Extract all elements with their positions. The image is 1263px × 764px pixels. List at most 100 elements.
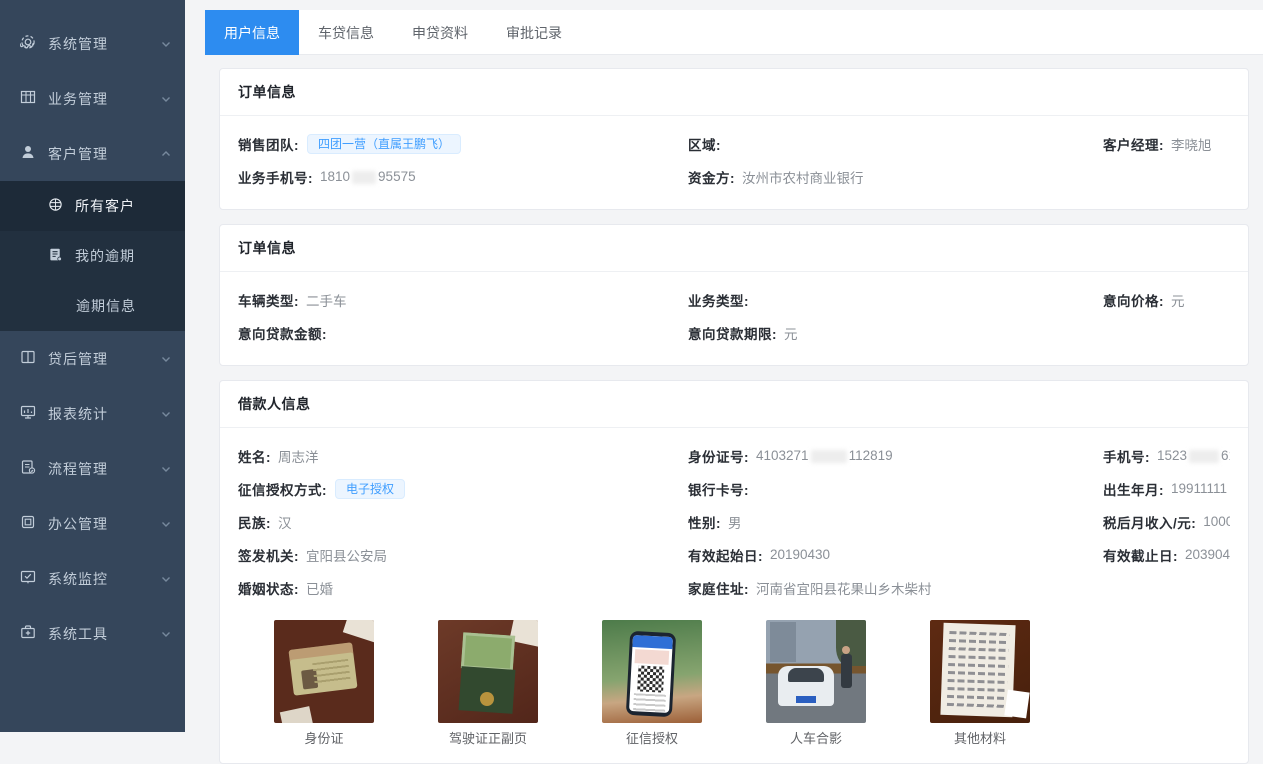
redaction-blur [352,171,376,184]
sidebar-item-report-statistics[interactable]: 报表统计 [0,386,185,441]
tab-approval-records[interactable]: 审批记录 [487,10,581,55]
field-label-region: 区域: [688,134,721,154]
chevron-down-icon [161,94,171,104]
field-label-credit-auth: 征信授权方式: [238,479,327,499]
sidebar-item-business-management[interactable]: 业务管理 [0,71,185,126]
redaction-blur [1189,450,1219,463]
driver-license-photo-thumbnail[interactable] [438,620,538,723]
field-label-income: 税后月收入/元: [1103,512,1196,532]
field-label-intent-price: 意向价格: [1103,290,1164,310]
photo-driver-license[interactable]: 驾驶证正副页 [438,620,538,747]
field-label-birth: 出生年月: [1103,479,1164,499]
sidebar-item-postloan-management[interactable]: 贷后管理 [0,331,185,386]
sidebar-item-label: 贷后管理 [48,349,161,369]
field-value-intent-price: 元 [1171,290,1185,310]
chevron-up-icon [161,149,171,159]
field-label-manager: 客户经理: [1103,134,1164,154]
sidebar-item-customer-management[interactable]: 客户管理 [0,126,185,181]
photo-caption: 征信授权 [602,728,702,747]
field-value-funder: 汝州市农村商业银行 [742,167,864,187]
detail-tabs: 用户信息 车贷信息 申贷资料 审批记录 [205,10,1263,55]
sidebar-item-overdue-info[interactable]: 逾期信息 [0,281,185,331]
photo-id-card[interactable]: 身份证 [274,620,374,747]
sidebar-item-label: 系统管理 [48,34,161,54]
sidebar-item-system-management[interactable]: 系统管理 [0,16,185,71]
toolbox-icon [20,624,36,643]
field-label-bank-card: 银行卡号: [688,479,749,499]
sidebar-submenu-customer: 所有客户 我的逾期 逾期信息 [0,181,185,331]
field-label-issuer: 签发机关: [238,545,299,565]
chevron-down-icon [161,574,171,584]
field-value-biz-phone: 181095575 [320,169,416,184]
sidebar-item-office-management[interactable]: 办公管理 [0,496,185,551]
sidebar-item-label: 所有客户 [75,196,135,216]
chevron-down-icon [161,629,171,639]
sidebar-item-my-overdue[interactable]: 我的逾期 [0,231,185,281]
sidebar-item-process-management[interactable]: 流程管理 [0,441,185,496]
sidebar-item-system-tools[interactable]: 系统工具 [0,606,185,661]
edit-document-icon [20,459,36,478]
chevron-down-icon [161,354,171,364]
field-value-name: 周志洋 [278,446,319,466]
sales-team-tag[interactable]: 四团一营（直属王鹏飞） [307,134,461,154]
sidebar-item-label: 系统工具 [48,624,161,644]
sidebar-item-label: 办公管理 [48,514,161,534]
field-value-valid-to: 20390430 [1185,547,1230,562]
credit-auth-tag: 电子授权 [335,479,405,499]
tab-user-info[interactable]: 用户信息 [205,10,299,55]
field-value-intent-term: 元 [784,323,798,343]
field-label-biz-type: 业务类型: [688,290,749,310]
field-label-sales-team: 销售团队: [238,134,299,154]
field-value-marital: 已婚 [306,578,333,598]
chevron-down-icon [161,409,171,419]
photo-caption: 其他材料 [930,728,1030,747]
sidebar-item-label: 业务管理 [48,89,161,109]
sidebar-item-system-monitor[interactable]: 系统监控 [0,551,185,606]
chevron-down-icon [161,519,171,529]
sidebar-item-label: 报表统计 [48,404,161,424]
field-label-mobile: 手机号: [1103,446,1150,466]
field-label-name: 姓名: [238,446,271,466]
card-title: 订单信息 [220,69,1248,116]
field-label-ethnic: 民族: [238,512,271,532]
field-label-valid-from: 有效起始日: [688,545,763,565]
photo-caption: 身份证 [274,728,374,747]
main-content: 用户信息 车贷信息 申贷资料 审批记录 订单信息 销售团队: 四团一营（直属王鹏… [185,0,1263,732]
sidebar-item-label: 系统监控 [48,569,161,589]
id-card-photo-thumbnail[interactable] [274,620,374,723]
field-value-manager: 李晓旭 [1171,134,1212,154]
photo-person-with-car[interactable]: 人车合影 [766,620,866,747]
field-label-funder: 资金方: [688,167,735,187]
sidebar-item-label: 逾期信息 [76,296,136,316]
document-photo-thumbnail[interactable] [930,620,1030,723]
field-value-birth: 19911111 [1171,481,1227,496]
photo-other-document[interactable]: 其他材料 [930,620,1030,747]
field-value-address: 河南省宜阳县花果山乡木柴村 [756,578,932,598]
borrower-info-card: 借款人信息 姓名: 周志洋 身份证号: 4103271112819 手机号: 1… [219,380,1249,764]
tab-loan-application-docs[interactable]: 申贷资料 [393,10,487,55]
photo-credit-auth-qr[interactable]: 征信授权 [602,620,702,747]
field-value-id-number: 4103271112819 [756,448,893,463]
field-label-address: 家庭住址: [688,578,749,598]
sidebar-item-label: 客户管理 [48,144,161,164]
field-label-gender: 性别: [688,512,721,532]
tab-car-loan-info[interactable]: 车贷信息 [299,10,393,55]
chevron-down-icon [161,464,171,474]
field-value-valid-from: 20190430 [770,547,830,562]
sidebar-item-label: 流程管理 [48,459,161,479]
redaction-blur [811,450,847,463]
monitor-check-icon [20,569,36,588]
field-label-biz-phone: 业务手机号: [238,167,313,187]
card-title: 订单信息 [220,225,1248,272]
globe-icon [48,197,63,215]
qr-phone-photo-thumbnail[interactable] [602,620,702,723]
field-value-mobile: 15236137 [1157,448,1230,463]
field-value-vehicle-type: 二手车 [306,290,347,310]
order-info-card: 订单信息 销售团队: 四团一营（直属王鹏飞） 区域: 客户经理: 李晓旭 [219,68,1249,210]
field-label-intent-term: 意向贷款期限: [688,323,777,343]
person-car-photo-thumbnail[interactable] [766,620,866,723]
grid-icon [20,89,36,108]
sidebar-item-all-customers[interactable]: 所有客户 [0,181,185,231]
field-value-gender: 男 [728,512,742,532]
field-label-vehicle-type: 车辆类型: [238,290,299,310]
